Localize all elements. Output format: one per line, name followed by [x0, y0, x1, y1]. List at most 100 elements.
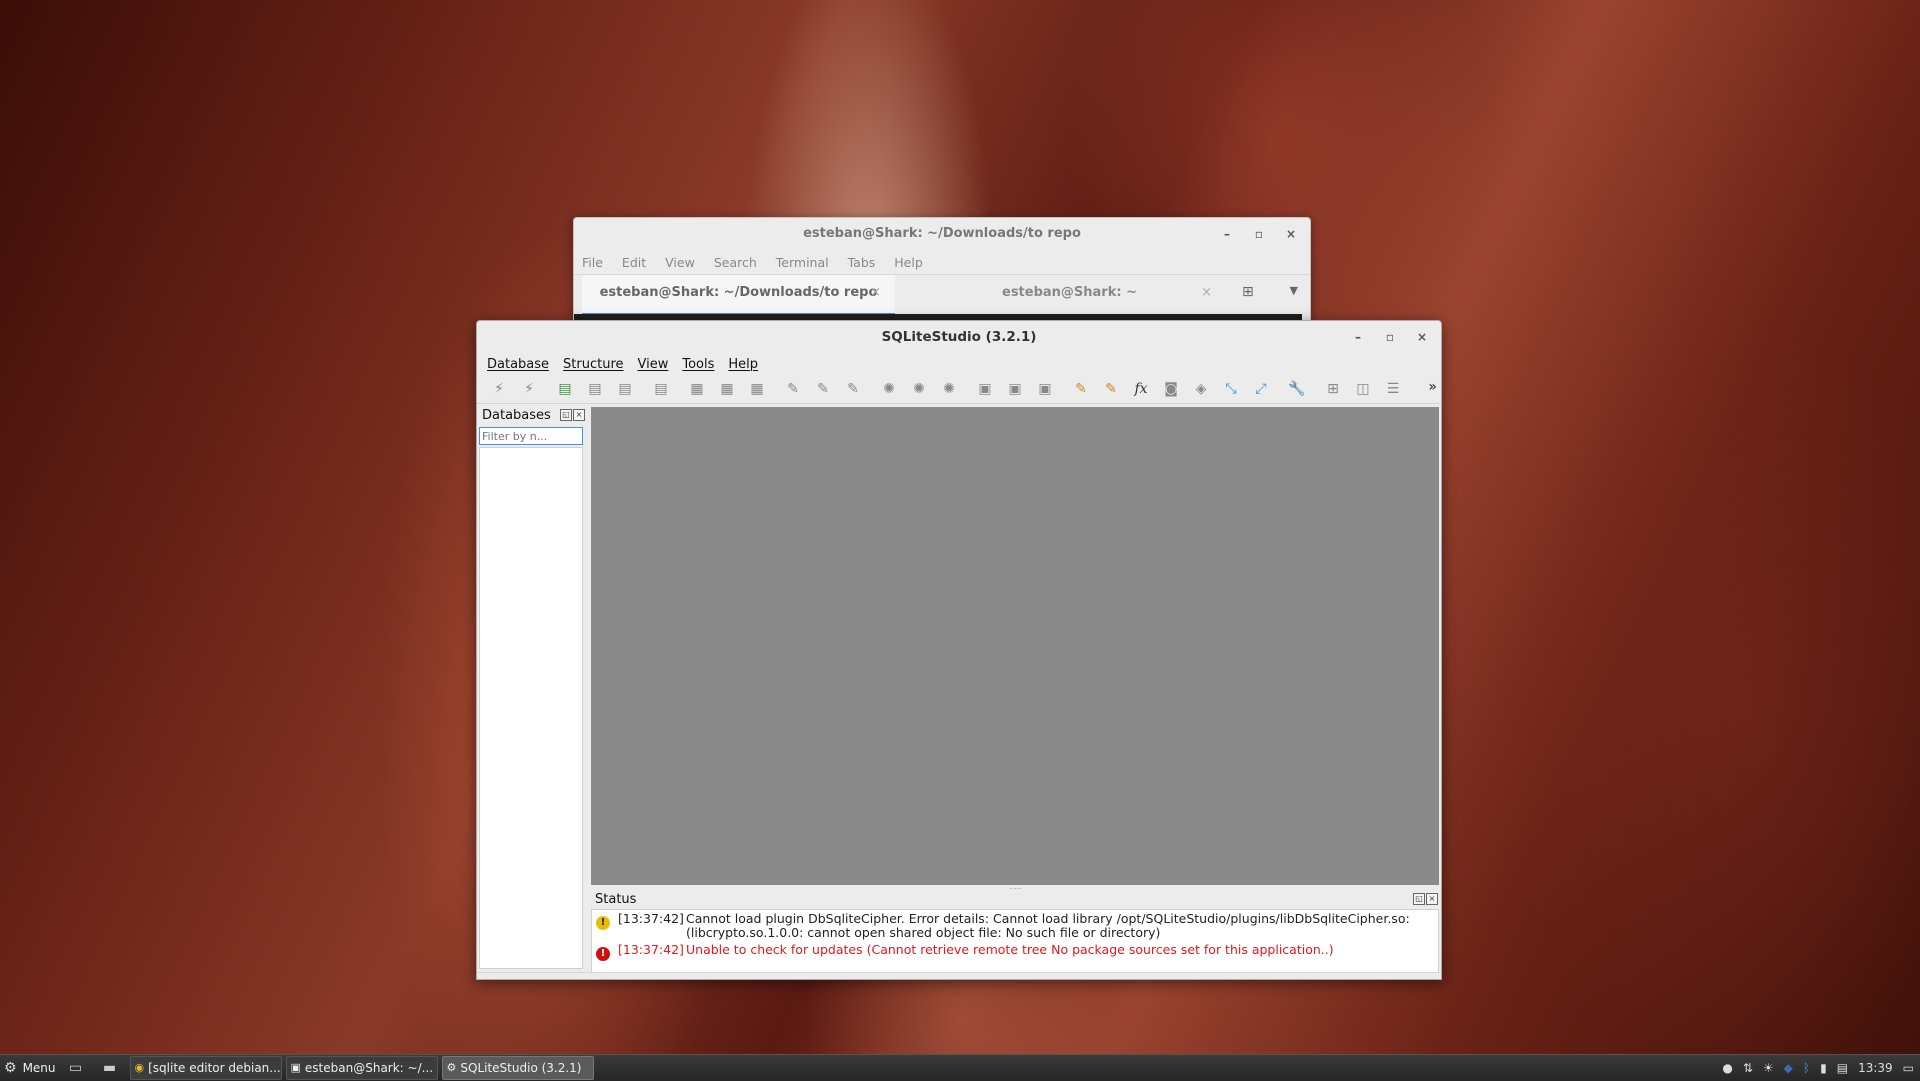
config-icon[interactable]: 🔧: [1285, 378, 1309, 400]
status-panel: Status ◱ × ! [13:37:42] Cannot load plug…: [591, 891, 1439, 975]
remove-database-icon[interactable]: ▤: [613, 378, 637, 400]
network-icon[interactable]: ⇅: [1743, 1061, 1753, 1075]
menu-tools[interactable]: Tools: [682, 357, 714, 372]
battery-icon[interactable]: ▮: [1820, 1061, 1827, 1075]
menu-search[interactable]: Search: [714, 255, 757, 270]
warning-icon: !: [596, 916, 610, 930]
sqlitestudio-menubar: Database Structure View Tools Help: [477, 353, 1441, 375]
menu-view[interactable]: View: [638, 357, 669, 372]
clipboard-icon[interactable]: ▤: [1837, 1061, 1848, 1075]
terminal-launcher-icon[interactable]: ▭: [62, 1056, 90, 1080]
float-panel-icon[interactable]: ◱: [1413, 893, 1425, 905]
menu-help[interactable]: Help: [728, 357, 758, 372]
functions-icon[interactable]: fx: [1129, 378, 1153, 400]
start-menu-button[interactable]: ⚙ Menu: [0, 1055, 62, 1081]
refresh-icon[interactable]: ▤: [649, 378, 673, 400]
taskbar-item-chrome[interactable]: ◉ [sqlite editor debian...: [129, 1056, 282, 1080]
database-filter-input[interactable]: [479, 427, 583, 445]
edit-trigger-icon[interactable]: ✺: [907, 378, 931, 400]
new-tab-icon[interactable]: ⊞: [1242, 284, 1260, 300]
create-view-icon[interactable]: ▣: [973, 378, 997, 400]
folder-launcher-icon[interactable]: ▬: [96, 1056, 124, 1080]
taskbar-item-sqlitestudio[interactable]: ⚙ SQLiteStudio (3.2.1): [441, 1056, 594, 1080]
extensions-icon[interactable]: ◈: [1189, 378, 1213, 400]
tile-horizontal-icon[interactable]: ◫: [1351, 378, 1375, 400]
menu-database[interactable]: Database: [487, 357, 549, 372]
databases-panel: Databases ◱ ×: [478, 407, 586, 971]
export-icon[interactable]: ⤢: [1249, 378, 1273, 400]
terminal-title: esteban@Shark: ~/Downloads/to repo: [803, 226, 1081, 241]
edit-database-icon[interactable]: ▤: [583, 378, 607, 400]
task-label: esteban@Shark: ~/...: [304, 1061, 434, 1075]
delete-trigger-icon[interactable]: ✺: [937, 378, 961, 400]
create-trigger-icon[interactable]: ✺: [877, 378, 901, 400]
message-time: [13:37:42]: [618, 911, 684, 926]
toolbar-overflow-icon[interactable]: »: [1428, 379, 1437, 395]
terminal-menubar: File Edit View Search Terminal Tabs Help: [574, 250, 1310, 274]
terminal-window: esteban@Shark: ~/Downloads/to repo – ▫ ×…: [573, 217, 1311, 323]
menu-tabs[interactable]: Tabs: [848, 255, 876, 270]
menu-terminal[interactable]: Terminal: [776, 255, 829, 270]
message-time: [13:37:42]: [618, 942, 684, 957]
close-panel-icon[interactable]: ×: [573, 409, 585, 421]
ddl-history-icon[interactable]: ✎: [1099, 378, 1123, 400]
disconnect-icon[interactable]: ⚡: [517, 378, 541, 400]
cascade-icon[interactable]: ☰: [1381, 378, 1405, 400]
edit-table-icon[interactable]: ▦: [715, 378, 739, 400]
terminal-tab-2[interactable]: esteban@Shark: ~ ×: [913, 275, 1226, 313]
status-panel-header: Status ◱ ×: [591, 891, 1439, 909]
task-label: [sqlite editor debian...: [148, 1061, 281, 1075]
maximize-icon[interactable]: ▫: [1250, 218, 1268, 250]
bluetooth-icon[interactable]: ᛒ: [1803, 1061, 1810, 1075]
chevron-down-icon[interactable]: ▼: [1290, 284, 1298, 297]
database-tree[interactable]: [479, 447, 583, 969]
create-index-icon[interactable]: ✎: [781, 378, 805, 400]
minimize-icon[interactable]: –: [1349, 321, 1367, 353]
tile-icon[interactable]: ⊞: [1321, 378, 1345, 400]
brightness-icon[interactable]: ☀: [1763, 1061, 1774, 1075]
mdi-workspace[interactable]: [591, 407, 1439, 885]
terminal-tabbar: esteban@Shark: ~/Downloads/to repo × est…: [574, 274, 1310, 316]
status-messages[interactable]: ! [13:37:42] Cannot load plugin DbSqlite…: [591, 909, 1439, 973]
sqlitestudio-window: SQLiteStudio (3.2.1) – ▫ × Database Stru…: [476, 320, 1442, 980]
delete-index-icon[interactable]: ✎: [841, 378, 865, 400]
databases-panel-header: Databases ◱ ×: [478, 407, 586, 425]
databases-panel-title: Databases: [482, 408, 551, 423]
create-table-icon[interactable]: ▦: [685, 378, 709, 400]
connect-icon[interactable]: ⚡: [487, 378, 511, 400]
delete-view-icon[interactable]: ▣: [1033, 378, 1057, 400]
import-icon[interactable]: ⤡: [1219, 378, 1243, 400]
status-panel-title: Status: [595, 892, 637, 907]
menu-help[interactable]: Help: [894, 255, 923, 270]
close-icon[interactable]: ×: [1413, 321, 1431, 353]
shield-icon[interactable]: ◆: [1784, 1061, 1793, 1075]
user-icon[interactable]: ●: [1722, 1061, 1732, 1075]
minimize-icon[interactable]: –: [1218, 218, 1236, 250]
status-message-error: ! [13:37:42] Unable to check for updates…: [592, 941, 1438, 962]
sql-editor-icon[interactable]: ✎: [1069, 378, 1093, 400]
show-desktop-icon[interactable]: ▭: [1903, 1061, 1914, 1075]
menu-file[interactable]: File: [582, 255, 603, 270]
main-toolbar: ⚡ ⚡ ▤ ▤ ▤ ▤ ▦ ▦ ▦ ✎ ✎ ✎ ✺ ✺ ✺ ▣ ▣ ▣ ✎ ✎ …: [477, 375, 1441, 404]
menu-view[interactable]: View: [665, 255, 695, 270]
terminal-tab-1[interactable]: esteban@Shark: ~/Downloads/to repo ×: [582, 275, 895, 316]
window-title: SQLiteStudio (3.2.1): [881, 329, 1037, 345]
close-panel-icon[interactable]: ×: [1426, 893, 1438, 905]
window-bottom-edge: [477, 972, 1441, 979]
taskbar: ⚙ Menu ▭ ▬ ◉ [sqlite editor debian... ▣ …: [0, 1054, 1920, 1081]
close-icon[interactable]: ×: [1282, 218, 1300, 250]
maximize-icon[interactable]: ▫: [1381, 321, 1399, 353]
menu-structure[interactable]: Structure: [563, 357, 623, 372]
menu-edit[interactable]: Edit: [622, 255, 646, 270]
message-text: Cannot load plugin DbSqliteCipher. Error…: [686, 911, 1410, 940]
add-database-icon[interactable]: ▤: [553, 378, 577, 400]
collations-icon[interactable]: ◙: [1159, 378, 1183, 400]
delete-table-icon[interactable]: ▦: [745, 378, 769, 400]
clock[interactable]: 13:39: [1858, 1061, 1893, 1075]
taskbar-item-terminal[interactable]: ▣ esteban@Shark: ~/...: [285, 1056, 438, 1080]
float-panel-icon[interactable]: ◱: [560, 409, 572, 421]
edit-index-icon[interactable]: ✎: [811, 378, 835, 400]
close-tab-icon[interactable]: ×: [1201, 275, 1212, 311]
close-tab-icon[interactable]: ×: [870, 275, 881, 311]
edit-view-icon[interactable]: ▣: [1003, 378, 1027, 400]
